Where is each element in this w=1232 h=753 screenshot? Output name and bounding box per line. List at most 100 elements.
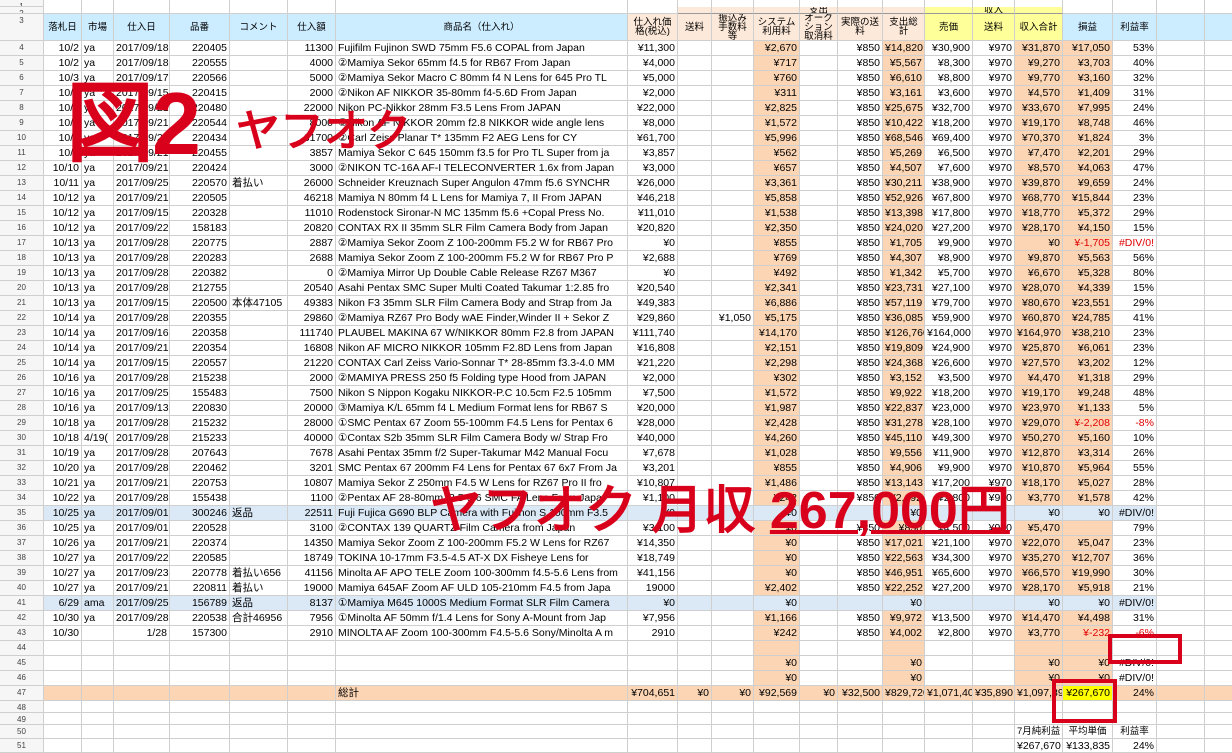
cell-market[interactable]: ya bbox=[82, 506, 114, 521]
cell-comment[interactable]: 着払い bbox=[230, 176, 288, 191]
expense-group-header[interactable]: 支出 bbox=[800, 7, 838, 14]
cell[interactable] bbox=[925, 701, 973, 713]
income-group-header[interactable]: 収入 bbox=[973, 7, 1015, 14]
cell-cost-tax[interactable]: ¥46,218 bbox=[628, 191, 678, 206]
cell[interactable] bbox=[1205, 101, 1232, 116]
cell[interactable] bbox=[1205, 581, 1232, 596]
cell[interactable] bbox=[1113, 0, 1157, 7]
cell-transfer-fee[interactable] bbox=[712, 296, 754, 311]
cell[interactable] bbox=[1157, 56, 1205, 71]
cell-expense-total[interactable]: ¥9,972 bbox=[883, 611, 925, 626]
cell[interactable] bbox=[1157, 266, 1205, 281]
cell-sku[interactable]: 220753 bbox=[170, 476, 230, 491]
cell-actual-ship[interactable]: ¥850 bbox=[838, 311, 883, 326]
cell-actual-ship[interactable]: ¥850 bbox=[838, 581, 883, 596]
cell-ship-out[interactable] bbox=[973, 671, 1015, 686]
cell-ship-in[interactable] bbox=[678, 236, 712, 251]
cell-market[interactable]: ya bbox=[82, 326, 114, 341]
cell-market[interactable]: ya bbox=[82, 491, 114, 506]
cell-date[interactable]: 10/25 bbox=[44, 521, 82, 536]
cell-margin[interactable]: 80% bbox=[1113, 266, 1157, 281]
cell-income-total[interactable]: ¥0 bbox=[1015, 506, 1063, 521]
cell-auction-cancel[interactable] bbox=[800, 266, 838, 281]
cell-transfer-fee[interactable] bbox=[712, 551, 754, 566]
cell-sku[interactable]: 220505 bbox=[170, 191, 230, 206]
cell-income-total[interactable]: ¥3,770 bbox=[1015, 491, 1063, 506]
cell-sale[interactable]: ¥18,200 bbox=[925, 116, 973, 131]
cell-date[interactable]: 10/2 bbox=[44, 41, 82, 56]
cell-income-total[interactable] bbox=[1015, 641, 1063, 656]
cell-actual-ship[interactable]: ¥850 bbox=[838, 326, 883, 341]
cell-comment[interactable] bbox=[230, 461, 288, 476]
cell-transfer-fee[interactable] bbox=[712, 101, 754, 116]
cell-market[interactable]: ya bbox=[82, 446, 114, 461]
cell-auction-cancel[interactable] bbox=[800, 431, 838, 446]
cell-market[interactable]: ya bbox=[82, 401, 114, 416]
cell[interactable] bbox=[114, 701, 170, 713]
cell-transfer-fee[interactable] bbox=[712, 341, 754, 356]
cell-cost-tax[interactable]: ¥20,000 bbox=[628, 401, 678, 416]
cell-auction-cancel[interactable] bbox=[800, 611, 838, 626]
cell[interactable] bbox=[800, 739, 838, 753]
cell-market[interactable]: ya bbox=[82, 41, 114, 56]
cell-name[interactable]: ②Mamiya Sekor Zoom Z 100-200mm F5.2 W fo… bbox=[336, 236, 628, 251]
cell-cost-tax[interactable]: ¥2,000 bbox=[628, 86, 678, 101]
cell-market[interactable]: ya bbox=[82, 476, 114, 491]
cell-expense-total[interactable]: ¥45,110 bbox=[883, 431, 925, 446]
cell-comment[interactable] bbox=[230, 401, 288, 416]
cell[interactable] bbox=[838, 739, 883, 753]
cell-name[interactable]: ①Contax S2b 35mm SLR Film Camera Body w/… bbox=[336, 431, 628, 446]
cell[interactable] bbox=[44, 739, 82, 753]
cell-sale[interactable]: ¥8,900 bbox=[925, 251, 973, 266]
cell-market[interactable]: ya bbox=[82, 341, 114, 356]
cell[interactable] bbox=[1157, 491, 1205, 506]
cell-name[interactable]: Asahi Pentax SMC Super Multi Coated Taku… bbox=[336, 281, 628, 296]
cell-auction-cancel[interactable] bbox=[800, 236, 838, 251]
cell-cost-tax[interactable]: ¥28,000 bbox=[628, 416, 678, 431]
cell-system-fee[interactable]: ¥492 bbox=[754, 266, 800, 281]
cell[interactable] bbox=[1157, 371, 1205, 386]
cell-buy-date[interactable]: 2017/09/15 bbox=[114, 296, 170, 311]
row-number[interactable]: 22 bbox=[0, 311, 44, 326]
cell[interactable] bbox=[1157, 446, 1205, 461]
cell-system-fee[interactable]: ¥5,858 bbox=[754, 191, 800, 206]
row-number[interactable]: 32 bbox=[0, 461, 44, 476]
cell-ship-in[interactable] bbox=[678, 386, 712, 401]
cell[interactable] bbox=[925, 713, 973, 725]
cell[interactable] bbox=[754, 7, 800, 14]
cell-cost[interactable]: 111740 bbox=[288, 326, 336, 341]
cell-profit[interactable]: ¥3,202 bbox=[1063, 356, 1113, 371]
cell-cost[interactable]: 7956 bbox=[288, 611, 336, 626]
cell[interactable] bbox=[82, 739, 114, 753]
cell-system-fee[interactable]: ¥302 bbox=[754, 371, 800, 386]
cell-cost[interactable]: 2910 bbox=[288, 626, 336, 641]
cell-sale[interactable]: ¥5,700 bbox=[925, 266, 973, 281]
cell-cost[interactable]: 10807 bbox=[288, 476, 336, 491]
cell-name[interactable]: ②Mamiya Sekor Macro C 80mm f4 N Lens for… bbox=[336, 71, 628, 86]
cell-cost-tax[interactable]: ¥61,700 bbox=[628, 131, 678, 146]
cell-comment[interactable] bbox=[230, 326, 288, 341]
cell-buy-date[interactable]: 2017/09/28 bbox=[114, 416, 170, 431]
cell-cost[interactable]: 2688 bbox=[288, 251, 336, 266]
cell-ship-out[interactable]: ¥970 bbox=[973, 461, 1015, 476]
total-cell[interactable] bbox=[44, 686, 82, 701]
cell-comment[interactable] bbox=[230, 491, 288, 506]
cell-ship-in[interactable] bbox=[678, 416, 712, 431]
total-label[interactable]: 総計 bbox=[336, 686, 628, 701]
cell[interactable] bbox=[678, 7, 712, 14]
row-number[interactable]: 40 bbox=[0, 581, 44, 596]
column-header-auction-cancel[interactable]: オークション取消料 bbox=[800, 14, 838, 41]
cell[interactable] bbox=[170, 0, 230, 7]
cell-ship-in[interactable] bbox=[678, 41, 712, 56]
cell[interactable] bbox=[754, 0, 800, 7]
cell[interactable] bbox=[1205, 341, 1232, 356]
cell[interactable] bbox=[1205, 251, 1232, 266]
cell-comment[interactable] bbox=[230, 86, 288, 101]
cell-system-fee[interactable]: ¥2,341 bbox=[754, 281, 800, 296]
cell-system-fee[interactable]: ¥717 bbox=[754, 56, 800, 71]
cell-ship-out[interactable]: ¥970 bbox=[973, 71, 1015, 86]
cell[interactable] bbox=[1205, 386, 1232, 401]
cell[interactable] bbox=[44, 725, 82, 739]
row-number[interactable]: 18 bbox=[0, 251, 44, 266]
cell[interactable] bbox=[1113, 7, 1157, 14]
